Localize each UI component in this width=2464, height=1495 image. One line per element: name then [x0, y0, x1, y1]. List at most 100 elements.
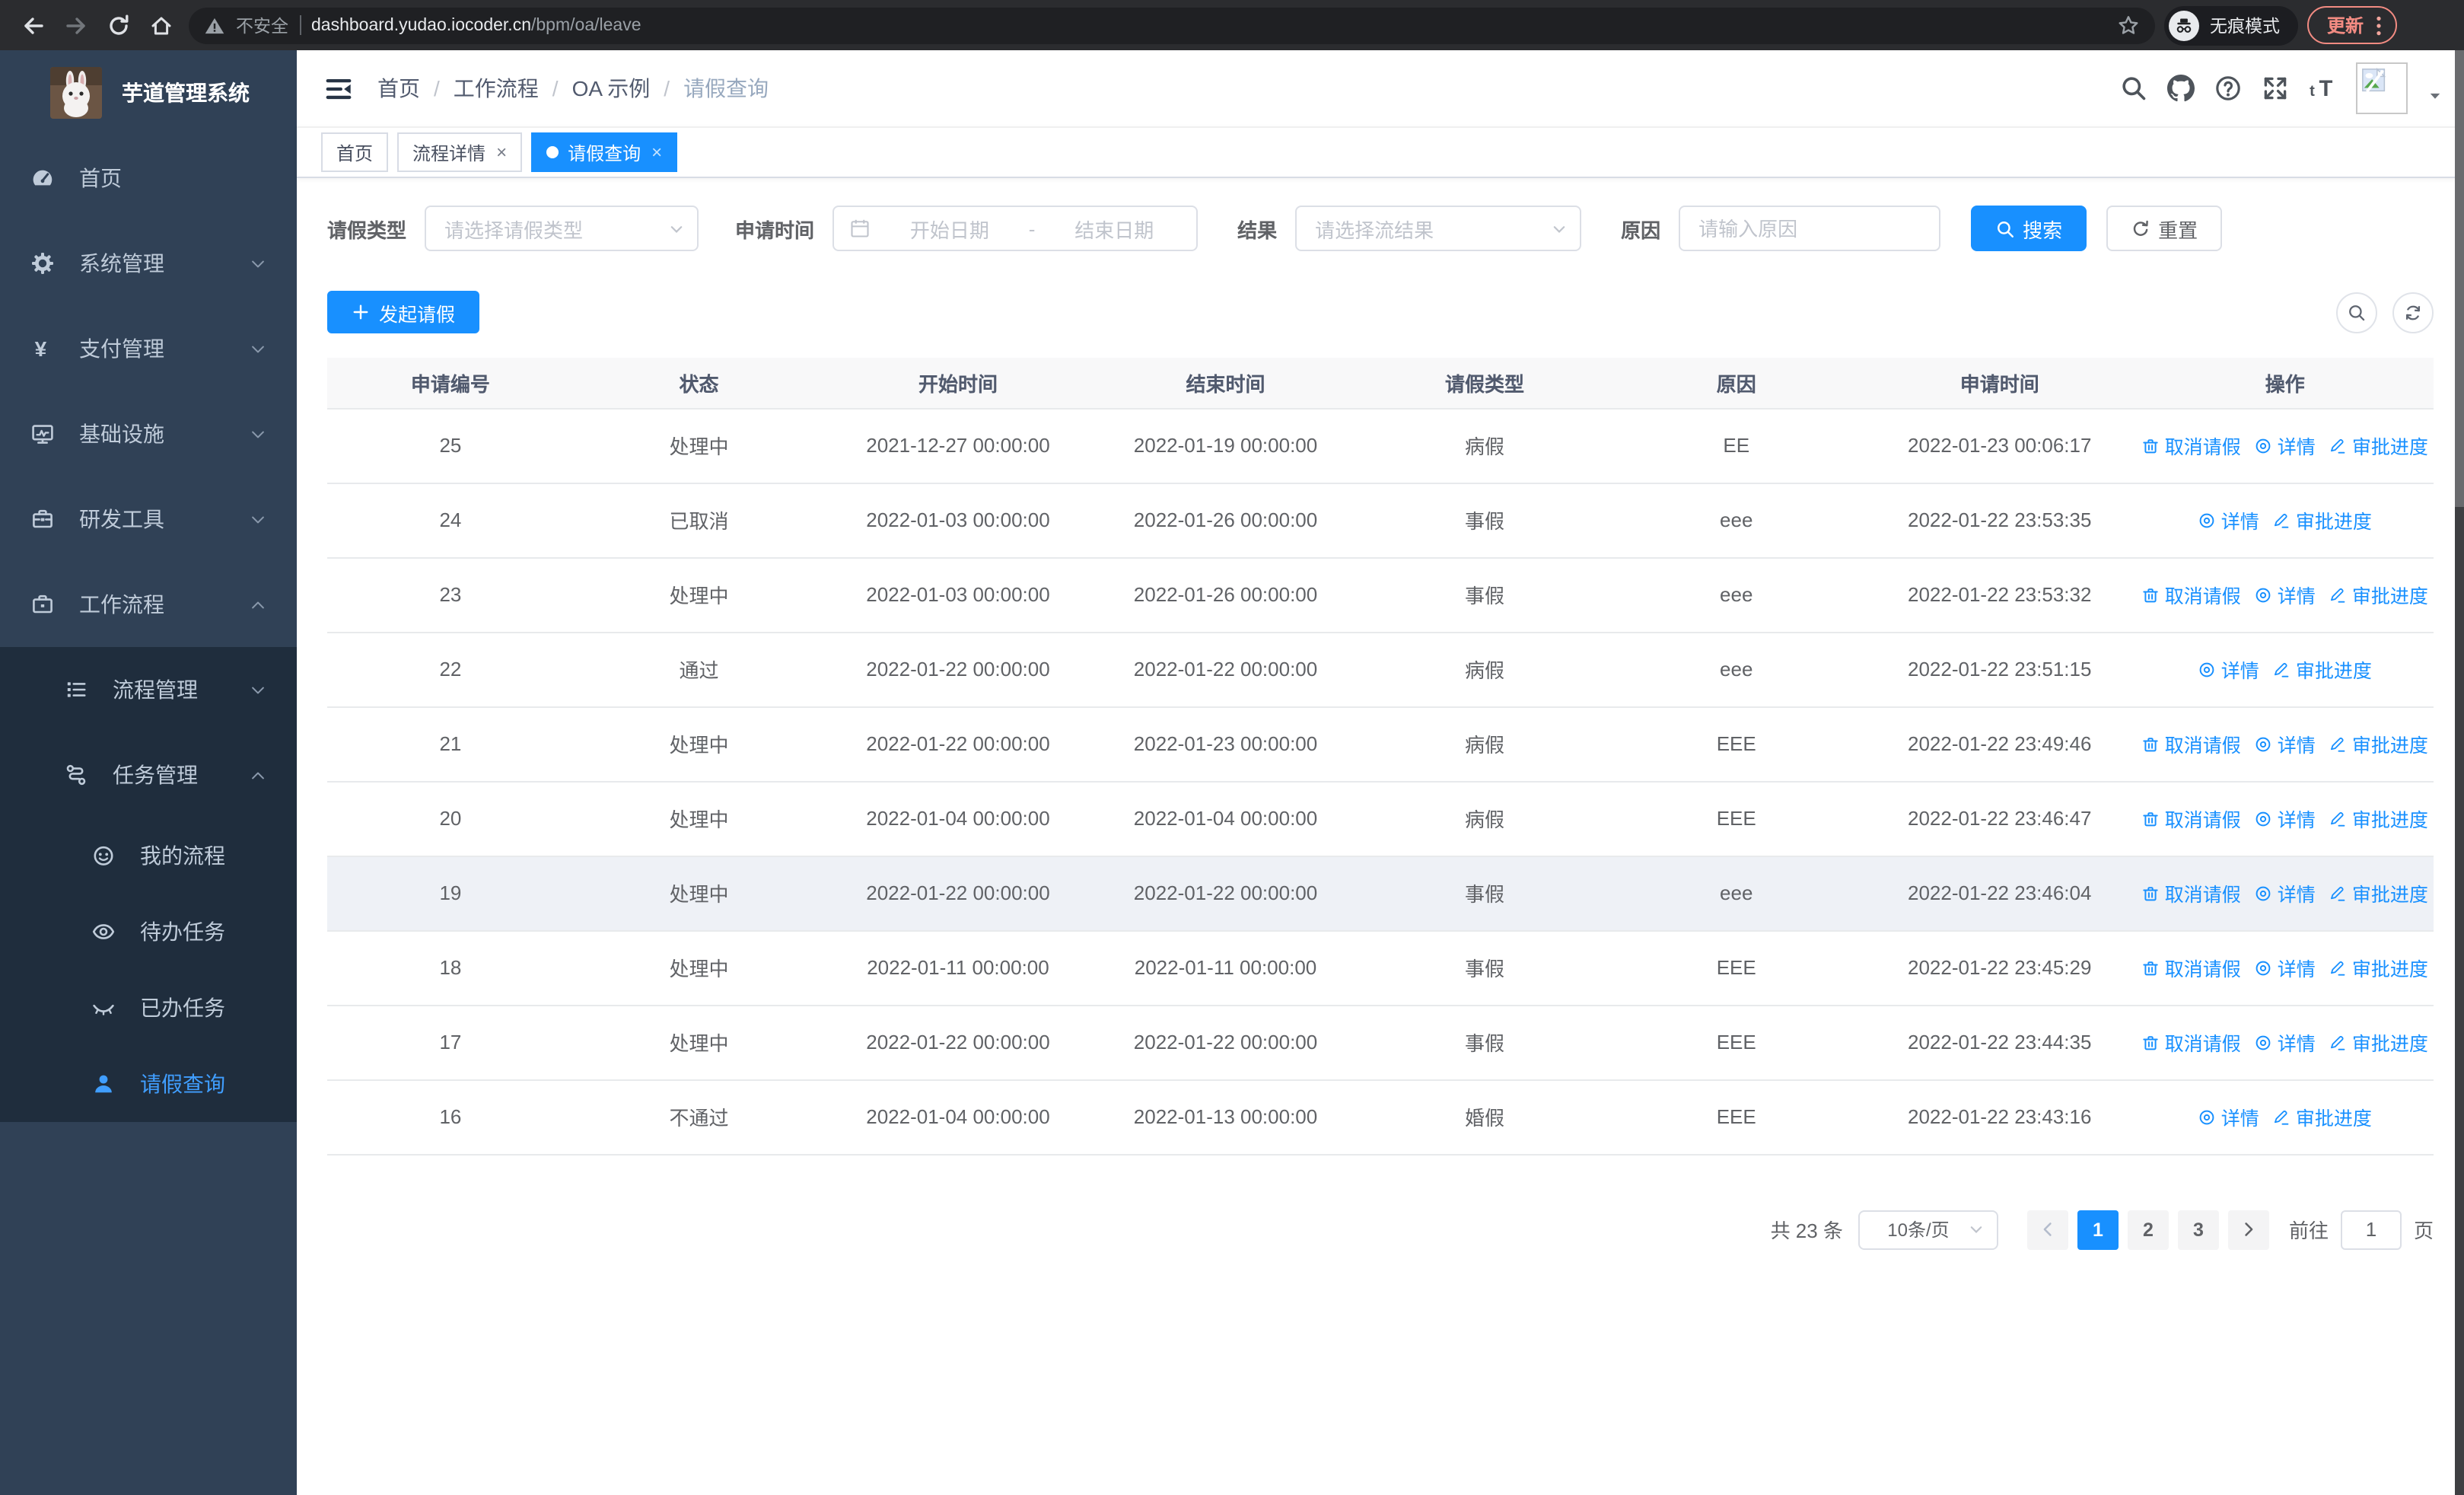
next-page-button[interactable]: [2227, 1210, 2269, 1249]
menu-dots-icon[interactable]: [2376, 14, 2382, 36]
result-select[interactable]: 请选择流结果: [1295, 206, 1582, 251]
cell-reason: eee: [1609, 632, 1863, 707]
sidebar-collapse-icon[interactable]: [324, 74, 353, 103]
cancel-leave-link[interactable]: 取消请假: [2142, 953, 2241, 982]
prev-page-button[interactable]: [2026, 1210, 2068, 1249]
refresh-table-button[interactable]: [2392, 292, 2434, 333]
chevron-down-icon[interactable]: [2427, 88, 2443, 104]
sidebar-item-支付管理[interactable]: ¥ 支付管理: [0, 306, 297, 391]
table-row[interactable]: 19 处理中 2022-01-22 00:00:00 2022-01-22 00:00…: [327, 856, 2434, 931]
create-leave-button[interactable]: 发起请假: [327, 291, 480, 333]
sidebar-item-我的流程[interactable]: 我的流程: [0, 818, 297, 894]
sidebar-item-首页[interactable]: 首页: [0, 135, 297, 221]
page-size-select[interactable]: 10条/页: [1858, 1210, 1998, 1249]
detail-link[interactable]: 详情: [2255, 953, 2316, 982]
breadcrumb-item[interactable]: 首页: [377, 73, 420, 104]
progress-link[interactable]: 审批进度: [2329, 729, 2428, 758]
sidebar-item-流程管理[interactable]: 流程管理: [0, 647, 297, 732]
cancel-leave-link[interactable]: 取消请假: [2142, 729, 2241, 758]
breadcrumb-item[interactable]: 工作流程: [454, 73, 539, 104]
table-row[interactable]: 23 处理中 2022-01-03 00:00:00 2022-01-26 00:00…: [327, 557, 2434, 633]
back-icon[interactable]: [15, 7, 52, 43]
progress-link[interactable]: 审批进度: [2329, 953, 2428, 982]
avatar[interactable]: [2356, 62, 2408, 114]
detail-link[interactable]: 详情: [2255, 580, 2316, 609]
table-row[interactable]: 24 已取消 2022-01-03 00:00:00 2022-01-26 00:00…: [327, 483, 2434, 558]
reload-icon[interactable]: [100, 7, 137, 43]
forward-icon[interactable]: [58, 7, 94, 43]
apply-time-range-picker[interactable]: 开始日期 - 结束日期: [832, 206, 1199, 251]
sidebar-item-系统管理[interactable]: 系统管理: [0, 221, 297, 306]
progress-link[interactable]: 审批进度: [2273, 505, 2372, 534]
page-button-1[interactable]: 1: [2077, 1210, 2119, 1249]
detail-link[interactable]: 详情: [2255, 729, 2316, 758]
table-row[interactable]: 17 处理中 2022-01-22 00:00:00 2022-01-22 00:00…: [327, 1005, 2434, 1080]
sidebar-item-已办任务[interactable]: 已办任务: [0, 970, 297, 1046]
scrollbar[interactable]: [2455, 50, 2464, 1495]
cancel-leave-link[interactable]: 取消请假: [2142, 580, 2241, 609]
hide-search-button[interactable]: [2336, 292, 2377, 333]
sidebar-item-基础设施[interactable]: 基础设施: [0, 391, 297, 477]
sidebar-item-待办任务[interactable]: 待办任务: [0, 894, 297, 970]
table-row[interactable]: 18 处理中 2022-01-11 00:00:00 2022-01-11 00:00…: [327, 930, 2434, 1006]
reset-button[interactable]: 重置: [2106, 206, 2223, 251]
progress-link[interactable]: 审批进度: [2329, 1028, 2428, 1057]
goto-page-input[interactable]: [2340, 1210, 2402, 1249]
detail-link[interactable]: 详情: [2198, 505, 2259, 534]
sidebar-item-请假查询[interactable]: 请假查询: [0, 1046, 297, 1122]
search-icon[interactable]: [2120, 75, 2147, 102]
date-end-placeholder[interactable]: 结束日期: [1047, 214, 1181, 243]
sidebar-item-任务管理[interactable]: 任务管理: [0, 732, 297, 818]
pen-icon: [2329, 884, 2348, 902]
cell-leave-type: 事假: [1359, 557, 1610, 633]
browser-update-button[interactable]: 更新: [2307, 6, 2398, 44]
progress-link[interactable]: 审批进度: [2329, 431, 2428, 460]
tab-流程详情[interactable]: 流程详情 ×: [397, 132, 523, 172]
date-start-placeholder[interactable]: 开始日期: [883, 214, 1017, 243]
sidebar-item-工作流程[interactable]: 工作流程: [0, 562, 297, 647]
total-count: 共 23 条: [1770, 1219, 1843, 1242]
tab-请假查询[interactable]: 请假查询 ×: [531, 132, 678, 172]
cancel-leave-link[interactable]: 取消请假: [2142, 804, 2241, 833]
table-row[interactable]: 25 处理中 2021-12-27 00:00:00 2022-01-19 00:00…: [327, 408, 2434, 483]
close-icon[interactable]: ×: [496, 142, 507, 163]
page-button-2[interactable]: 2: [2127, 1210, 2169, 1249]
table-row[interactable]: 20 处理中 2022-01-04 00:00:00 2022-01-04 00:00…: [327, 781, 2434, 856]
help-icon[interactable]: [2214, 75, 2242, 102]
font-size-icon[interactable]: tT: [2309, 75, 2336, 102]
progress-link[interactable]: 审批进度: [2329, 878, 2428, 907]
bookmark-star-icon[interactable]: [2117, 14, 2140, 37]
close-icon[interactable]: ×: [651, 142, 662, 163]
table-row[interactable]: 21 处理中 2022-01-22 00:00:00 2022-01-23 00:00…: [327, 706, 2434, 782]
search-button[interactable]: 搜索: [1971, 206, 2087, 251]
detail-link[interactable]: 详情: [2255, 1028, 2316, 1057]
address-bar[interactable]: 不安全 dashboard.yudao.iocoder.cn/bpm/oa/le…: [189, 7, 2155, 43]
progress-link[interactable]: 审批进度: [2329, 804, 2428, 833]
chevron-down-icon: [250, 340, 266, 357]
progress-link[interactable]: 审批进度: [2273, 655, 2372, 684]
progress-link[interactable]: 审批进度: [2329, 580, 2428, 609]
app-logo[interactable]: 芋道管理系统: [0, 50, 297, 135]
detail-link[interactable]: 详情: [2255, 804, 2316, 833]
cell-actions: 取消请假 详情 审批进度: [2136, 706, 2434, 782]
detail-link[interactable]: 详情: [2255, 431, 2316, 460]
fullscreen-icon[interactable]: [2262, 75, 2289, 102]
github-icon[interactable]: [2167, 75, 2195, 102]
leave-type-select[interactable]: 请选择请假类型: [425, 206, 699, 251]
cancel-leave-link[interactable]: 取消请假: [2142, 1028, 2241, 1057]
cancel-leave-link[interactable]: 取消请假: [2142, 431, 2241, 460]
cancel-leave-link[interactable]: 取消请假: [2142, 878, 2241, 907]
page-button-3[interactable]: 3: [2177, 1210, 2219, 1249]
progress-link[interactable]: 审批进度: [2273, 1102, 2372, 1131]
sidebar-item-研发工具[interactable]: 研发工具: [0, 477, 297, 562]
tab-首页[interactable]: 首页: [321, 132, 389, 172]
table-row[interactable]: 22 通过 2022-01-22 00:00:00 2022-01-22 00:00:…: [327, 632, 2434, 707]
home-icon[interactable]: [143, 7, 180, 43]
detail-link[interactable]: 详情: [2198, 1102, 2259, 1131]
detail-link[interactable]: 详情: [2255, 878, 2316, 907]
breadcrumb-item[interactable]: OA 示例: [572, 73, 651, 104]
reason-input[interactable]: [1679, 206, 1941, 251]
detail-link[interactable]: 详情: [2198, 655, 2259, 684]
scrollbar-thumb[interactable]: [2455, 50, 2464, 507]
table-row[interactable]: 16 不通过 2022-01-04 00:00:00 2022-01-13 00:00…: [327, 1079, 2434, 1155]
